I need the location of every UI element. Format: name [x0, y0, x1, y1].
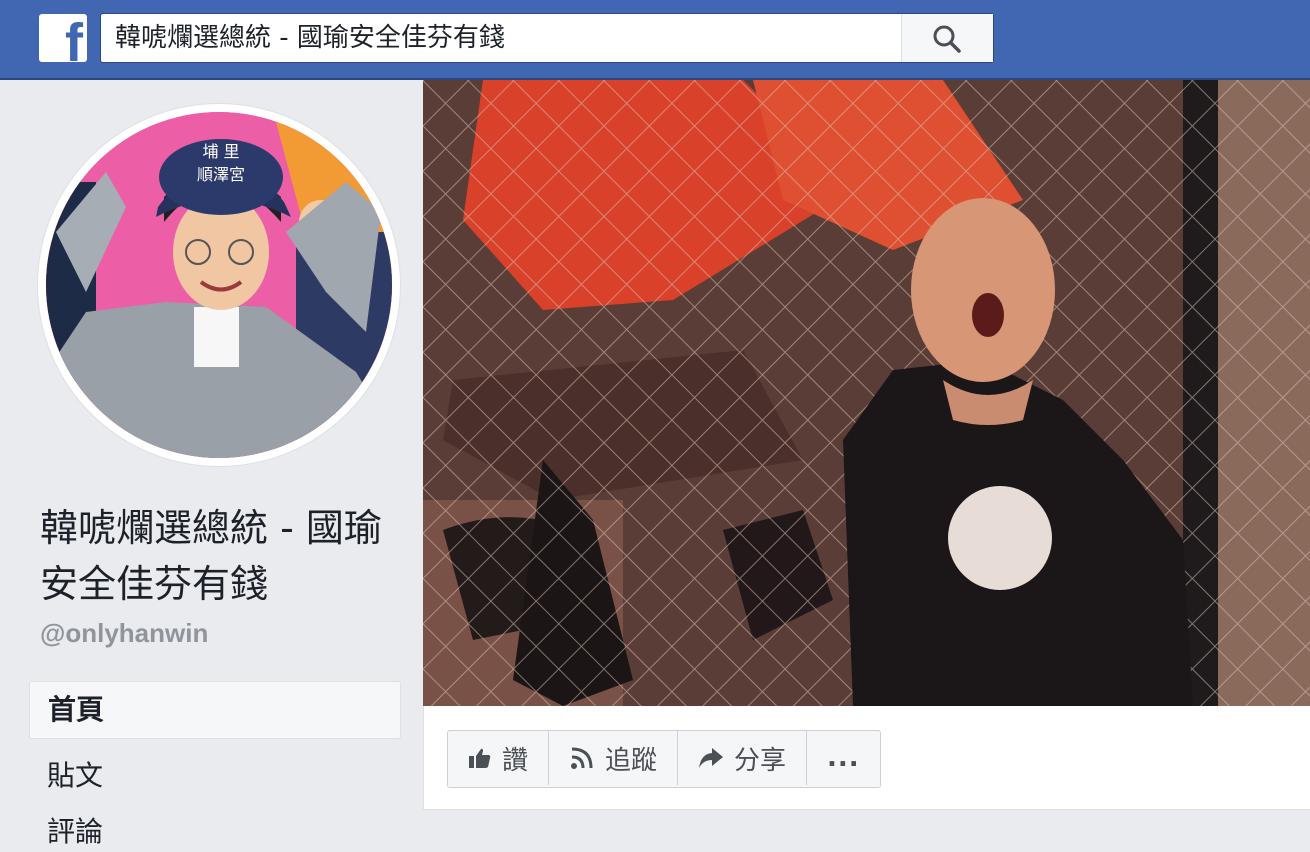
profile-picture[interactable]: 埔 里 順澤宮	[46, 112, 392, 458]
share-label: 分享	[734, 745, 787, 776]
follow-label: 追蹤	[605, 745, 658, 776]
search-button[interactable]	[901, 14, 993, 62]
facebook-logo-icon[interactable]: f	[39, 14, 87, 62]
sidebar-item-posts[interactable]: 貼文	[29, 748, 401, 806]
like-label: 讚	[502, 745, 529, 776]
like-button[interactable]: 讚	[448, 731, 550, 785]
cover-photo[interactable]	[423, 80, 1310, 706]
profile-picture-frame[interactable]: 埔 里 順澤宮	[38, 104, 400, 466]
page-title: 韓唬爛選總統 - 國瑜安全佳芬有錢	[40, 506, 382, 606]
search-bar	[100, 13, 994, 63]
more-options-icon: ...	[827, 743, 860, 773]
cover-photo-illustration	[423, 80, 1310, 706]
profile-photo-illustration: 埔 里 順澤宮	[46, 112, 392, 458]
rss-follow-icon	[571, 747, 593, 769]
sidebar-item-reviews[interactable]: 評論	[29, 812, 401, 852]
share-button[interactable]: 分享	[678, 731, 808, 785]
page-handle[interactable]: @onlyhanwin	[40, 618, 208, 649]
thumbs-up-icon	[469, 748, 491, 768]
sidebar-item-home[interactable]: 首頁	[29, 681, 401, 739]
more-options-button[interactable]: ...	[807, 731, 880, 785]
hat-text-line-1: 埔 里	[202, 142, 239, 161]
search-input[interactable]	[115, 14, 895, 62]
search-icon	[933, 25, 961, 53]
share-arrow-icon	[699, 748, 724, 768]
follow-button[interactable]: 追蹤	[549, 731, 679, 785]
top-navigation-bar: f	[0, 0, 1310, 80]
page-action-buttons: 讚 追蹤 分享 ...	[447, 730, 881, 788]
hat-text-line-2: 順澤宮	[197, 165, 245, 184]
